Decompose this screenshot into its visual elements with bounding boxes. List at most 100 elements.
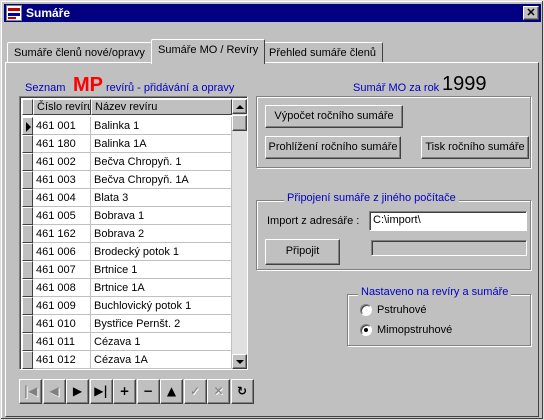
- cell-revir-number[interactable]: 461 011: [33, 333, 91, 351]
- scroll-thumb[interactable]: [232, 115, 247, 131]
- close-button[interactable]: ✕: [523, 6, 539, 20]
- nav-post-button[interactable]: ✓: [183, 379, 207, 404]
- row-indicator[interactable]: [22, 261, 33, 279]
- cell-revir-name[interactable]: Blata 3: [91, 189, 232, 207]
- cell-revir-name[interactable]: Brtnice 1: [91, 261, 232, 279]
- radio-button[interactable]: [360, 324, 372, 336]
- connect-button[interactable]: Připojit: [265, 239, 340, 265]
- scroll-down-button[interactable]: [232, 354, 247, 369]
- table-row[interactable]: 461 003 Bečva Chropyň. 1A: [22, 171, 232, 189]
- cell-revir-name[interactable]: Bečva Chropyň. 1: [91, 153, 232, 171]
- radio-button[interactable]: [360, 304, 372, 316]
- cell-revir-name[interactable]: Brodecký potok 1: [91, 243, 232, 261]
- year-caption: Sumář MO za rok: [353, 82, 440, 94]
- cell-revir-name[interactable]: Brtnice 1A: [91, 279, 232, 297]
- nav-delete-button[interactable]: −: [136, 379, 160, 404]
- cell-revir-number[interactable]: 461 005: [33, 207, 91, 225]
- mode-option[interactable]: Pstruhové: [359, 302, 479, 318]
- table-row[interactable]: 461 180 Balinka 1A: [22, 135, 232, 153]
- row-indicator[interactable]: [22, 189, 33, 207]
- table-row[interactable]: 461 004 Blata 3: [22, 189, 232, 207]
- cell-revir-number[interactable]: 461 001: [33, 117, 91, 135]
- title-bar[interactable]: Sumáře ✕: [4, 4, 541, 22]
- nav-insert-button[interactable]: +: [113, 379, 136, 404]
- table-row[interactable]: 461 005 Bobrava 1: [22, 207, 232, 225]
- table-row[interactable]: 461 008 Brtnice 1A: [22, 279, 232, 297]
- cell-revir-number[interactable]: 461 002: [33, 153, 91, 171]
- browse-summary-button[interactable]: Prohlížení ročního sumáře: [265, 136, 401, 159]
- cell-revir-name[interactable]: Balinka 1: [91, 117, 232, 135]
- row-indicator[interactable]: [22, 171, 33, 189]
- column-header-number[interactable]: Číslo revíru: [33, 99, 91, 115]
- calculate-summary-button[interactable]: Výpočet ročního sumáře: [265, 105, 403, 128]
- cell-revir-number[interactable]: 461 003: [33, 171, 91, 189]
- row-indicator[interactable]: [22, 153, 33, 171]
- table-row[interactable]: 461 006 Brodecký potok 1: [22, 243, 232, 261]
- table-row[interactable]: 461 001 Balinka 1: [22, 117, 232, 135]
- cell-revir-number[interactable]: 461 162: [33, 225, 91, 243]
- tab-member-summaries[interactable]: Sumáře členů nové/opravy: [7, 42, 152, 62]
- print-summary-button[interactable]: Tisk ročního sumáře: [421, 136, 529, 159]
- grid-corner: [22, 99, 33, 115]
- cell-revir-number[interactable]: 461 007: [33, 261, 91, 279]
- nav-post-icon: ✓: [189, 384, 201, 398]
- row-indicator[interactable]: [22, 243, 33, 261]
- row-indicator[interactable]: [22, 207, 33, 225]
- mode-group-title: Nastaveno na revíry a sumáře: [358, 286, 512, 298]
- table-row[interactable]: 461 002 Bečva Chropyň. 1: [22, 153, 232, 171]
- cell-revir-number[interactable]: 461 010: [33, 315, 91, 333]
- import-dir-input[interactable]: C:\import\: [369, 211, 527, 231]
- nav-edit-button[interactable]: ▲: [160, 379, 183, 404]
- tab-label: Sumáře členů nové/opravy: [14, 47, 145, 59]
- tab-label: Přehled sumáře členů: [269, 47, 377, 59]
- table-row[interactable]: 461 007 Brtnice 1: [22, 261, 232, 279]
- row-indicator[interactable]: [22, 351, 33, 369]
- table-row[interactable]: 461 010 Bystřice Pernšt. 2: [22, 315, 232, 333]
- cell-revir-name[interactable]: Buchlovický potok 1: [91, 297, 232, 315]
- row-indicator[interactable]: [22, 135, 33, 153]
- nav-next-button[interactable]: ▶: [66, 379, 89, 404]
- table-row[interactable]: 461 009 Buchlovický potok 1: [22, 297, 232, 315]
- row-indicator[interactable]: [22, 117, 33, 135]
- cell-revir-name[interactable]: Cézava 1: [91, 333, 232, 351]
- tab-mo-revirs[interactable]: Sumáře MO / Revíry: [151, 39, 266, 64]
- table-row[interactable]: 461 162 Bobrava 2: [22, 225, 232, 243]
- cell-revir-number[interactable]: 461 004: [33, 189, 91, 207]
- row-indicator[interactable]: [22, 333, 33, 351]
- scroll-up-button[interactable]: [232, 99, 247, 114]
- column-header-name[interactable]: Název revíru: [91, 99, 232, 115]
- cell-revir-name[interactable]: Bystřice Pernšt. 2: [91, 315, 232, 333]
- cell-revir-number[interactable]: 461 008: [33, 279, 91, 297]
- arrow-up-icon: [236, 105, 244, 109]
- cell-revir-name[interactable]: Bečva Chropyň. 1A: [91, 171, 232, 189]
- cell-revir-name[interactable]: Cézava 1A: [91, 351, 232, 369]
- current-row-pointer-icon: [26, 122, 31, 132]
- year-value: 1999: [442, 73, 487, 95]
- nav-first-button[interactable]: |◀: [19, 379, 42, 404]
- cell-revir-number[interactable]: 461 012: [33, 351, 91, 369]
- row-indicator[interactable]: [22, 297, 33, 315]
- table-row[interactable]: 461 012 Cézava 1A: [22, 351, 232, 369]
- nav-next-icon: ▶: [72, 384, 83, 398]
- nav-cancel-button[interactable]: ✕: [207, 379, 230, 404]
- window-title: Sumáře: [26, 6, 71, 20]
- grid-scrollbar[interactable]: [232, 99, 247, 369]
- table-row[interactable]: 461 011 Cézava 1: [22, 333, 232, 351]
- cell-revir-name[interactable]: Bobrava 1: [91, 207, 232, 225]
- cell-revir-number[interactable]: 461 006: [33, 243, 91, 261]
- row-indicator[interactable]: [22, 225, 33, 243]
- list-prefix-label: Seznam: [25, 82, 66, 94]
- row-indicator[interactable]: [22, 315, 33, 333]
- nav-last-button[interactable]: ▶|: [89, 379, 113, 404]
- revir-grid[interactable]: Číslo revíru Název revíru 461 001 Balinka…: [19, 96, 248, 370]
- cell-revir-name[interactable]: Balinka 1A: [91, 135, 232, 153]
- cell-revir-number[interactable]: 461 009: [33, 297, 91, 315]
- nav-prior-button[interactable]: ◀: [42, 379, 66, 404]
- cell-revir-name[interactable]: Bobrava 2: [91, 225, 232, 243]
- import-group-title: Připojení sumáře z jiného počítače: [284, 192, 459, 204]
- nav-refresh-button[interactable]: ↻: [230, 379, 254, 404]
- row-indicator[interactable]: [22, 279, 33, 297]
- tab-member-overview[interactable]: Přehled sumáře členů: [262, 42, 384, 62]
- cell-revir-number[interactable]: 461 180: [33, 135, 91, 153]
- mode-option[interactable]: Mimopstruhové: [359, 322, 479, 338]
